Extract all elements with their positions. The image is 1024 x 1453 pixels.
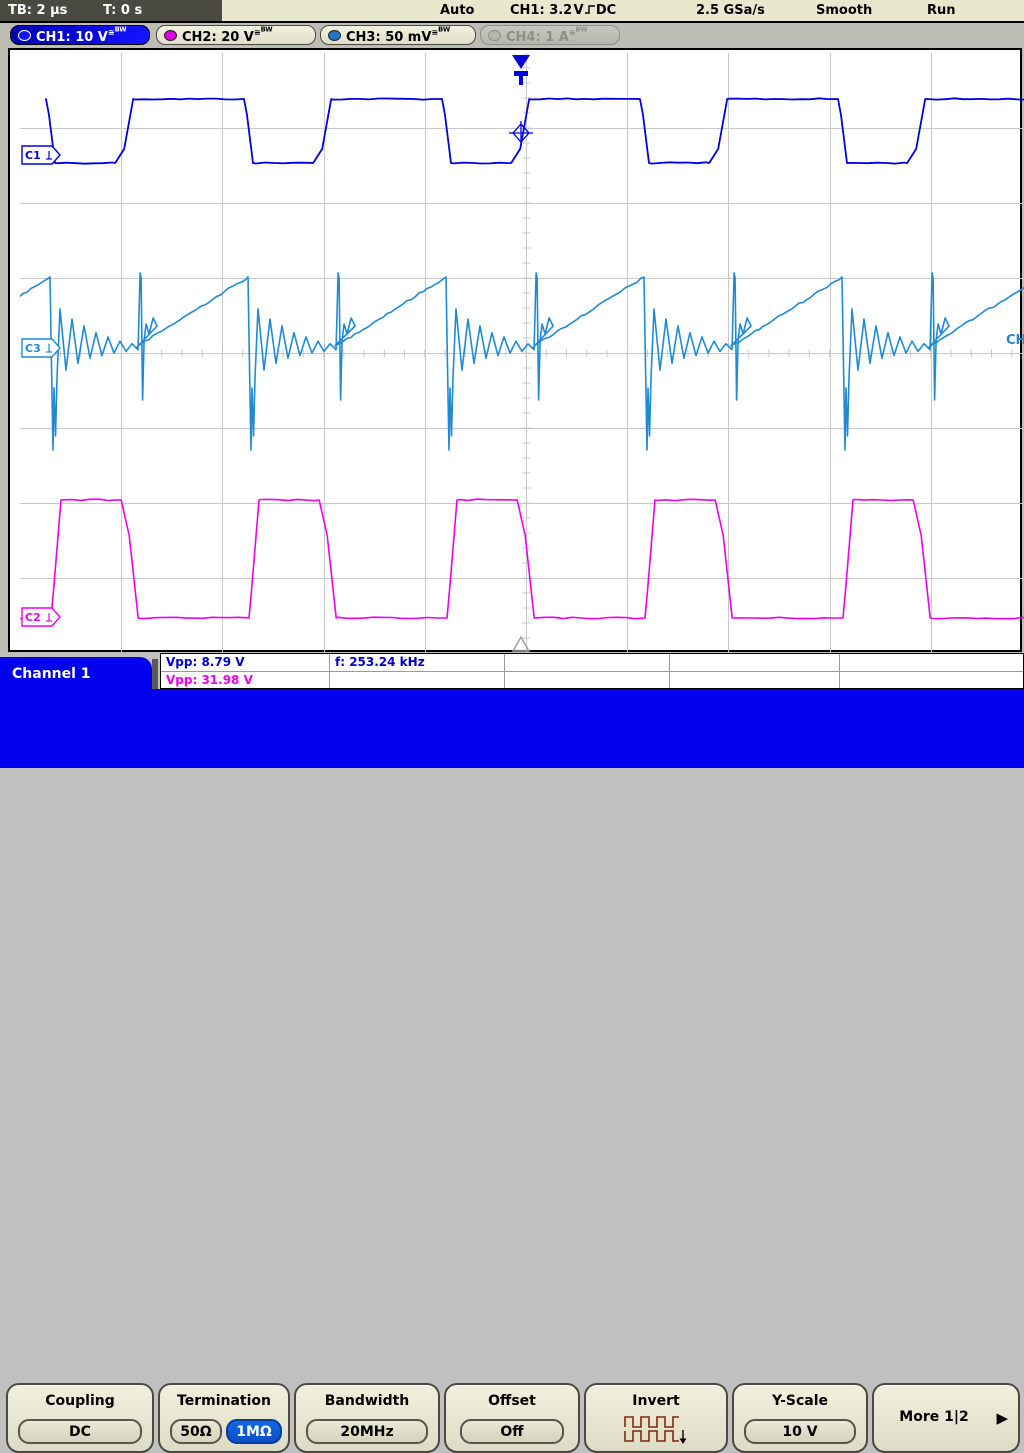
softkey-coupling[interactable]: Coupling DC <box>6 1383 154 1453</box>
channel-button-ch2[interactable]: CH2: 20 V≅BW <box>156 25 316 45</box>
softkey-title: Offset <box>488 1393 536 1409</box>
softkey-more[interactable]: More 1|2 ▶ <box>872 1383 1020 1453</box>
measurement-cell <box>670 654 839 671</box>
sample-rate-label: 2.5 GSa/s <box>696 3 765 18</box>
yscale-value-button[interactable]: 10 V <box>744 1419 856 1444</box>
bandwidth-limit-icon: ≅BW <box>568 25 588 38</box>
coupling-value-button[interactable]: DC <box>18 1419 142 1444</box>
svg-text:C1: C1 <box>25 149 41 162</box>
waveform-area: C1 C3 C2 CH <box>0 47 1024 653</box>
channel-dot-icon <box>18 29 31 41</box>
measurement-cell <box>840 654 1023 671</box>
softkey-termination[interactable]: Termination 50Ω 1MΩ <box>158 1383 290 1453</box>
channel-button-ch4[interactable]: CH4: 1 A≅BW <box>480 25 620 45</box>
measurement-cell <box>670 672 839 689</box>
softkey-invert[interactable]: Invert <box>584 1383 728 1453</box>
acquisition-panel: Auto CH1: 3.2 V DC 2.5 GSa/s Smooth Run <box>222 0 1024 23</box>
svg-text:CH: CH <box>1006 333 1024 348</box>
measurement-cell: Vpp: 8.79 V <box>166 655 245 669</box>
measurement-cell <box>330 672 504 689</box>
tab-shadow <box>152 659 158 691</box>
bandwidth-limit-icon: ≅BW <box>253 25 273 38</box>
softkey-title: Termination <box>177 1393 271 1409</box>
tab-channel-1[interactable]: Channel 1 <box>0 657 152 691</box>
termination-option-1megohm[interactable]: 1MΩ <box>226 1419 282 1444</box>
channel-label-ch2: CH2: 20 V <box>182 29 254 45</box>
softkey-offset[interactable]: Offset Off <box>444 1383 580 1453</box>
svg-text:C3: C3 <box>25 342 41 355</box>
measurement-table[interactable]: Vpp: 8.79 V f: 253.24 kHz Vpp: 31.98 V <box>160 653 1024 689</box>
offset-value-button[interactable]: Off <box>460 1419 564 1444</box>
softkey-title: Coupling <box>45 1393 115 1409</box>
channel-dot-icon <box>164 29 177 41</box>
channel-label-ch1: CH1: 10 V <box>36 29 108 45</box>
measurement-cell <box>840 672 1023 689</box>
channel-label-ch4: CH4: 1 A <box>506 29 569 45</box>
softkey-title: Bandwidth <box>324 1393 410 1409</box>
channel-button-row: CH1: 10 V≅BW CH2: 20 V≅BW CH3: 50 mV≅BW … <box>0 23 1024 47</box>
status-bar: TB: 2 µs T: 0 s Auto CH1: 3.2 V DC 2.5 G… <box>0 0 1024 23</box>
more-label: More 1|2 <box>899 1409 969 1425</box>
trigger-delay-label: T: 0 s <box>103 3 143 18</box>
trigger-mode-label[interactable]: Auto <box>440 3 474 18</box>
tab-label: Channel 1 <box>12 666 91 682</box>
measurement-cell <box>505 654 669 671</box>
softkey-menu: Coupling DC Termination 50Ω 1MΩ Bandwidt… <box>0 689 1024 1453</box>
chevron-right-icon: ▶ <box>996 1409 1008 1427</box>
channel-label-ch3: CH3: 50 mV <box>346 29 432 45</box>
softkey-bandwidth[interactable]: Bandwidth 20MHz <box>294 1383 440 1453</box>
svg-text:C2: C2 <box>25 611 41 624</box>
softkey-yscale[interactable]: Y-Scale 10 V <box>732 1383 868 1453</box>
bandwidth-limit-icon: ≅BW <box>107 25 127 38</box>
oscilloscope-screen: TB: 2 µs T: 0 s Auto CH1: 3.2 V DC 2.5 G… <box>0 0 1024 1453</box>
timebase-panel[interactable]: TB: 2 µs T: 0 s <box>0 0 222 23</box>
channel-tab-wrap: Channel 1 <box>0 657 158 691</box>
softkey-title: Y-Scale <box>771 1393 828 1409</box>
channel-dot-icon <box>328 29 341 41</box>
termination-option-50ohm[interactable]: 50Ω <box>170 1419 222 1444</box>
softkey-title: Invert <box>632 1393 680 1409</box>
measurement-cell <box>505 672 669 689</box>
channel-button-ch3[interactable]: CH3: 50 mV≅BW <box>320 25 476 45</box>
acquisition-mode-label[interactable]: Smooth <box>816 3 872 18</box>
timebase-label: TB: 2 µs <box>8 3 68 18</box>
measurement-cell: f: 253.24 kHz <box>335 655 425 669</box>
channel-dot-icon <box>488 29 501 41</box>
measurement-cell: Vpp: 31.98 V <box>166 673 253 687</box>
bandwidth-value-button[interactable]: 20MHz <box>306 1419 428 1444</box>
square-wave-invert-icon <box>623 1415 689 1449</box>
run-state-label[interactable]: Run <box>927 3 956 18</box>
bandwidth-limit-icon: ≅BW <box>431 25 451 38</box>
graticule[interactable]: C1 C3 C2 CH <box>20 53 1024 653</box>
graticule-frame: C1 C3 C2 CH <box>8 48 1024 653</box>
channel-button-ch1[interactable]: CH1: 10 V≅BW <box>10 25 150 45</box>
trigger-source-label[interactable]: CH1: 3.2 V DC <box>510 3 616 18</box>
